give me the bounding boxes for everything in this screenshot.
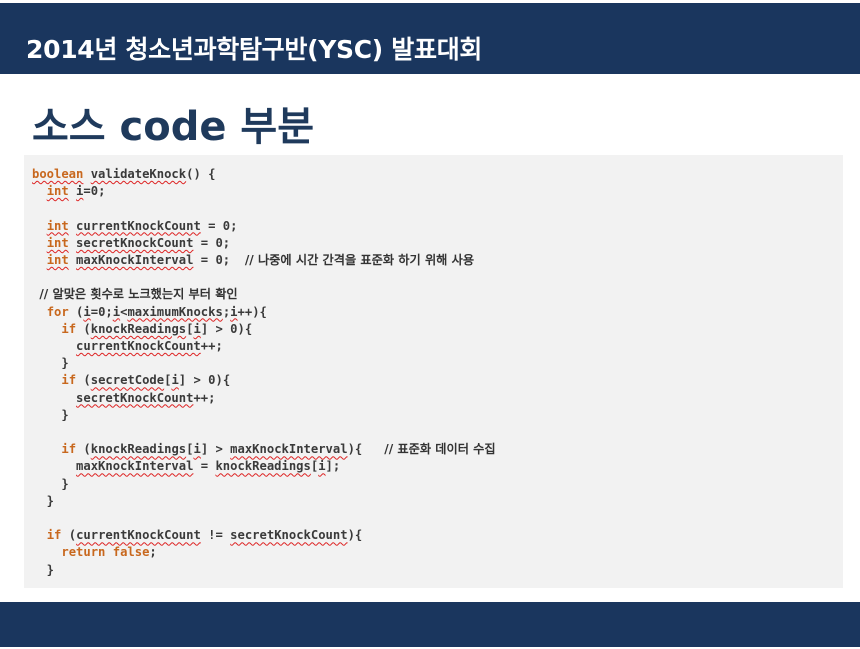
- code-line: if (secretCode[i] > 0){: [61, 373, 231, 388]
- code-line: secretKnockCount++;: [76, 390, 216, 405]
- code-line: currentKnockCount++;: [76, 339, 223, 354]
- code-line: }: [32, 476, 69, 491]
- code-line: maxKnockInterval = knockReadings[i];: [76, 459, 341, 474]
- code-line: }: [32, 562, 55, 577]
- code-line: int currentKnockCount = 0;: [46, 218, 238, 233]
- code-listing: boolean validateKnock() { int i=0; int c…: [32, 166, 496, 579]
- footer-bar: [0, 602, 860, 647]
- code-line: if (knockReadings[i] > maxKnockInterval)…: [61, 442, 496, 457]
- code-line: int maxKnockInterval = 0; // 나중에 시간 간격을 …: [46, 253, 475, 268]
- code-line: if (currentKnockCount != secretKnockCoun…: [46, 528, 363, 543]
- code-line: for (i=0;i<maximumKnocks;i++){: [46, 304, 267, 319]
- code-line: }: [32, 407, 69, 422]
- code-line: }: [32, 493, 55, 508]
- code-line: boolean validateKnock() {: [32, 167, 216, 181]
- code-line: // 알맞은 횟수로 노크했는지 부터 확인: [39, 287, 238, 302]
- code-line: return false;: [61, 545, 157, 560]
- code-line: int secretKnockCount = 0;: [46, 235, 231, 250]
- header-title: 2014년 청소년과학탐구반(YSC) 발표대회: [26, 35, 483, 64]
- code-line: }: [32, 356, 69, 371]
- code-line: int i=0;: [46, 184, 106, 199]
- code-line: if (knockReadings[i] > 0){: [61, 321, 253, 336]
- slide-title: 소스 code 부분: [32, 104, 315, 150]
